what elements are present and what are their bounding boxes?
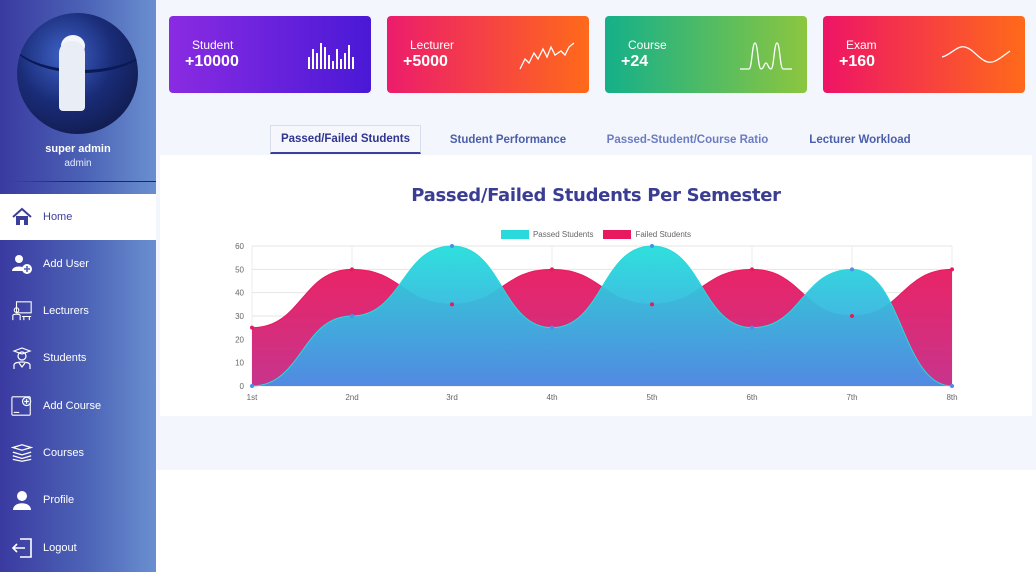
avatar[interactable] [17, 13, 138, 134]
stat-card-value: +5000 [403, 53, 448, 70]
data-point [550, 267, 554, 272]
data-point [950, 384, 954, 388]
sidebar-item-label: Add Course [43, 400, 102, 412]
legend-swatch [500, 230, 529, 239]
chart-panel: Passed/Failed Students Per Semester Pass… [160, 155, 1032, 416]
sidebar-item-label: Add User [43, 258, 89, 270]
x-tick-label: 2nd [345, 393, 358, 402]
sidebar-item-lecturers[interactable]: Lecturers [0, 288, 156, 334]
data-point [950, 267, 954, 272]
add-course-icon [11, 395, 33, 417]
y-tick-label: 0 [240, 382, 245, 391]
app: super admin admin Home Add User Lecturer… [0, 0, 1036, 572]
data-point [550, 325, 554, 330]
data-point [250, 384, 254, 388]
legend-item-failed[interactable]: Failed Students [603, 230, 691, 239]
add-user-icon [11, 253, 33, 275]
lecturers-icon [11, 300, 33, 322]
legend-label: Passed Students [532, 230, 594, 239]
x-tick-label: 1st [247, 393, 258, 402]
sidebar-item-add-course[interactable]: Add Course [0, 383, 156, 429]
stat-card-value: +160 [839, 53, 876, 70]
legend-item-passed[interactable]: Passed Students [500, 230, 594, 239]
y-tick-label: 10 [235, 359, 244, 368]
sidebar-item-add-user[interactable]: Add User [0, 241, 156, 287]
x-tick-label: 6th [746, 393, 757, 402]
stat-card-label: Course [628, 38, 667, 52]
chart-tabs: Passed/Failed Students Student Performan… [156, 125, 1036, 155]
area-chart: 0 10 20 30 40 50 60 1st 2nd 3rd 4th 5th 6th 7th 8th [235, 242, 957, 402]
sidebar-item-profile[interactable]: Profile [0, 477, 156, 523]
sidebar-item-label: Students [43, 352, 87, 364]
logout-icon [11, 537, 33, 559]
data-point [350, 267, 354, 272]
sidebar-item-home[interactable]: Home [0, 194, 156, 240]
sidebar-item-courses[interactable]: Courses [0, 430, 156, 476]
user-name: super admin [45, 143, 111, 155]
stat-card-label: Student [192, 38, 234, 52]
x-tick-label: 4th [546, 393, 557, 402]
y-tick-label: 30 [235, 312, 244, 321]
data-point [650, 302, 654, 307]
tab-passed-student-course-ratio[interactable]: Passed-Student/Course Ratio [596, 125, 779, 154]
peaks-icon [740, 42, 792, 70]
sidebar: super admin admin Home Add User Lecturer… [0, 0, 156, 572]
legend-label: Failed Students [635, 230, 692, 239]
legend-swatch [603, 230, 632, 239]
sidebar-item-label: Logout [43, 542, 77, 554]
sidebar-item-label: Lecturers [43, 305, 89, 317]
x-tick-label: 8th [946, 393, 957, 402]
home-icon [11, 206, 33, 228]
sidebar-item-label: Home [43, 211, 73, 223]
x-tick-label: 7th [846, 393, 857, 402]
data-point [750, 325, 754, 330]
tab-lecturer-workload[interactable]: Lecturer Workload [796, 125, 924, 154]
stat-card-lecturer[interactable]: Lecturer +5000 [387, 16, 589, 93]
courses-icon [11, 442, 33, 464]
data-point [250, 325, 254, 330]
sidebar-item-students[interactable]: Students [0, 335, 156, 381]
main-content: Student +10000 Lecturer +5000 Course +24… [156, 0, 1036, 470]
tab-passed-failed-students[interactable]: Passed/Failed Students [270, 125, 421, 154]
stat-card-label: Exam [846, 38, 877, 52]
sidebar-item-label: Profile [43, 494, 75, 506]
stat-card-student[interactable]: Student +10000 [169, 16, 371, 93]
sidebar-divider [8, 181, 156, 182]
user-role: admin [64, 158, 92, 169]
tab-student-performance[interactable]: Student Performance [435, 125, 581, 154]
data-point [350, 314, 354, 318]
data-point [850, 267, 854, 272]
data-point [450, 244, 454, 248]
stat-card-value: +10000 [185, 53, 239, 70]
y-tick-label: 40 [235, 289, 244, 298]
stat-card-label: Lecturer [410, 38, 455, 52]
y-tick-label: 50 [235, 265, 244, 274]
chart-title: Passed/Failed Students Per Semester [411, 185, 781, 206]
sidebar-item-label: Courses [43, 447, 84, 459]
stat-card-course[interactable]: Course +24 [605, 16, 807, 93]
bars-icon [308, 43, 354, 69]
profile-icon [11, 489, 33, 511]
data-point [650, 244, 654, 248]
wave-icon [941, 46, 1011, 63]
sidebar-item-logout[interactable]: Logout [0, 525, 156, 571]
y-tick-label: 60 [235, 242, 244, 251]
y-tick-label: 20 [235, 335, 244, 344]
students-icon [11, 347, 33, 369]
zigzag-icon [519, 42, 575, 70]
chart-legend: Passed Students Failed Students [160, 230, 1032, 239]
data-point [750, 267, 754, 272]
stat-card-value: +24 [621, 53, 649, 70]
data-point [850, 314, 854, 318]
x-tick-label: 3rd [446, 393, 458, 402]
x-tick-label: 5th [646, 393, 657, 402]
stat-card-exam[interactable]: Exam +160 [823, 16, 1025, 93]
data-point [450, 302, 454, 307]
